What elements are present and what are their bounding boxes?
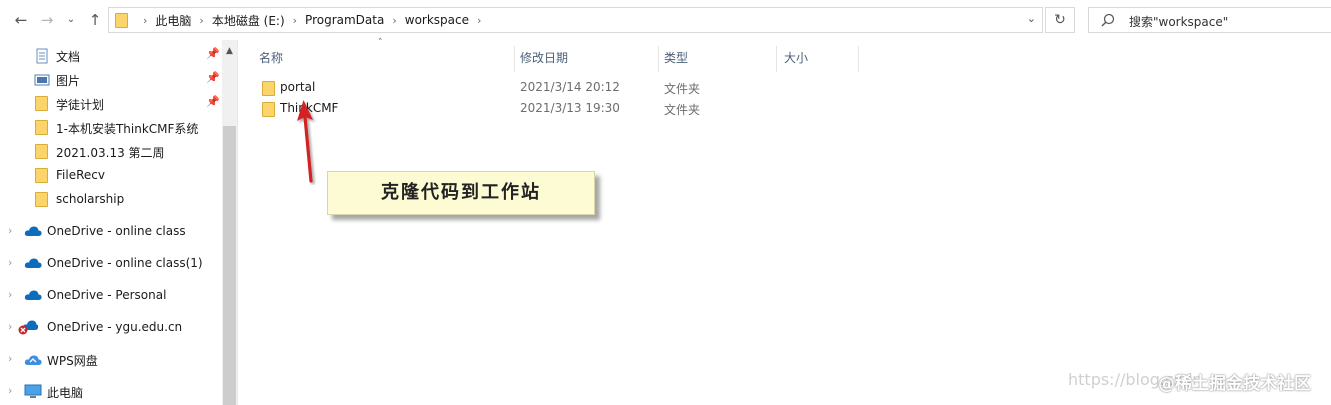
column-divider[interactable] — [776, 46, 777, 72]
forward-button[interactable]: → — [36, 8, 58, 32]
column-divider[interactable] — [658, 46, 659, 72]
address-toolbar: ← → ⌄ ↑ › 此电脑 › 本地磁盘 (E:) › ProgramData … — [0, 0, 1331, 40]
up-button[interactable]: ↑ — [84, 8, 106, 32]
column-divider[interactable] — [858, 46, 859, 72]
refresh-button[interactable]: ↻ — [1045, 7, 1075, 33]
sidebar-item-this-pc[interactable]: › 此电脑 — [0, 381, 222, 403]
column-header-type[interactable]: 类型 — [664, 44, 688, 72]
sidebar-item-label: FileRecv — [56, 168, 105, 182]
sort-ascending-icon: ˄ — [378, 38, 383, 48]
annotation-arrow-icon — [297, 100, 313, 183]
chevron-right-icon[interactable]: › — [8, 256, 12, 269]
folder-icon — [34, 96, 50, 112]
computer-icon — [24, 384, 42, 398]
onedrive-icon — [24, 258, 42, 268]
chevron-right-icon[interactable]: › — [8, 352, 12, 365]
pin-icon[interactable]: 📌 — [206, 95, 220, 108]
sidebar-scrollbar[interactable]: ▲ — [222, 40, 237, 405]
address-bar[interactable]: › 此电脑 › 本地磁盘 (E:) › ProgramData › worksp… — [108, 7, 1043, 33]
column-divider[interactable] — [514, 46, 515, 72]
column-header-name[interactable]: 名称 — [259, 44, 283, 72]
sidebar-item-label: 1-本机安装ThinkCMF系统 — [56, 122, 199, 136]
breadcrumb-workspace[interactable]: workspace — [405, 13, 469, 27]
breadcrumb-local-disk[interactable]: 本地磁盘 (E:) — [212, 12, 285, 29]
sidebar-item-week-two[interactable]: 2021.03.13 第二周 — [0, 141, 222, 163]
breadcrumb-programdata[interactable]: ProgramData — [305, 13, 384, 27]
column-headers: ˄ 名称 修改日期 类型 大小 — [238, 38, 1331, 72]
sidebar-item-label: OneDrive - online class — [47, 224, 186, 238]
sidebar-item-label: 学徒计划 — [56, 98, 105, 112]
folder-icon — [262, 81, 275, 96]
documents-icon — [36, 48, 48, 64]
file-type: 文件夹 — [664, 82, 701, 96]
sidebar-item-onedrive-personal[interactable]: › OneDrive - Personal — [0, 285, 222, 307]
watermark-site: @稀土掘金技术社区 — [1158, 374, 1311, 394]
chevron-right-icon[interactable]: › — [143, 14, 147, 27]
sidebar-item-filerecv[interactable]: FileRecv — [0, 165, 222, 187]
pin-icon[interactable]: 📌 — [206, 71, 220, 84]
file-modified: 2021/3/14 20:12 — [520, 80, 620, 94]
sidebar-item-pictures[interactable]: 图片 📌 — [0, 69, 222, 91]
folder-icon — [34, 168, 50, 184]
chevron-right-icon[interactable]: › — [8, 288, 12, 301]
chevron-right-icon[interactable]: › — [199, 14, 203, 27]
onedrive-error-icon — [18, 320, 38, 335]
scrollbar-thumb[interactable] — [223, 126, 236, 405]
sidebar-item-label: OneDrive - Personal — [47, 288, 167, 302]
chevron-right-icon[interactable]: › — [392, 14, 396, 27]
folder-icon — [34, 144, 50, 160]
sidebar-item-documents[interactable]: 文档 📌 — [0, 45, 222, 67]
recent-locations-button[interactable]: ⌄ — [60, 8, 82, 32]
chevron-right-icon[interactable]: › — [8, 224, 12, 237]
search-input[interactable]: 搜索"workspace" — [1088, 7, 1331, 33]
folder-icon — [34, 120, 50, 136]
wps-cloud-icon — [24, 355, 42, 365]
folder-icon — [262, 102, 275, 117]
onedrive-icon — [24, 290, 42, 300]
sidebar-item-label: WPS网盘 — [47, 354, 98, 368]
file-row[interactable]: portal 2021/3/14 20:12 文件夹 — [252, 78, 852, 98]
sidebar-item-label: 文档 — [56, 50, 81, 64]
sidebar-item-label: OneDrive - ygu.edu.cn — [47, 320, 183, 334]
pane-divider[interactable] — [237, 40, 238, 405]
sidebar-item-label: 图片 — [56, 74, 81, 88]
sidebar-item-scholarship[interactable]: scholarship — [0, 189, 222, 211]
pictures-icon — [34, 74, 50, 86]
scroll-up-arrow-icon[interactable]: ▲ — [222, 46, 237, 56]
file-row[interactable]: ThinkCMF 2021/3/13 19:30 文件夹 — [252, 99, 852, 119]
file-modified: 2021/3/13 19:30 — [520, 101, 620, 115]
search-placeholder: 搜索"workspace" — [1129, 15, 1229, 29]
file-name: portal — [280, 80, 316, 94]
annotation-callout: 克隆代码到工作站 — [327, 171, 595, 215]
sidebar-item-label: scholarship — [56, 192, 125, 206]
chevron-right-icon[interactable]: › — [8, 320, 12, 333]
back-button[interactable]: ← — [10, 8, 32, 32]
sidebar-item-thinkcmf-install[interactable]: 1-本机安装ThinkCMF系统 — [0, 117, 222, 139]
sidebar-item-onedrive-online-class-1[interactable]: › OneDrive - online class(1) — [0, 253, 222, 275]
folder-icon — [115, 13, 128, 28]
sidebar-item-wps-cloud[interactable]: › WPS网盘 — [0, 349, 222, 371]
file-type: 文件夹 — [664, 103, 701, 117]
folder-icon — [34, 192, 50, 208]
chevron-right-icon[interactable]: › — [8, 384, 12, 397]
sidebar-item-label: 此电脑 — [47, 386, 84, 400]
onedrive-icon — [24, 226, 42, 236]
breadcrumb: › 此电脑 › 本地磁盘 (E:) › ProgramData › worksp… — [135, 8, 489, 32]
sidebar-item-label: OneDrive - online class(1) — [47, 256, 203, 270]
sidebar-item-onedrive-ygu[interactable]: › OneDrive - ygu.edu.cn — [0, 317, 222, 339]
sidebar-item-onedrive-online-class[interactable]: › OneDrive - online class — [0, 221, 222, 243]
search-icon — [1101, 13, 1115, 27]
column-header-modified[interactable]: 修改日期 — [520, 44, 568, 72]
breadcrumb-this-pc[interactable]: 此电脑 — [155, 12, 191, 29]
sidebar-item-label: 2021.03.13 第二周 — [56, 146, 165, 160]
pin-icon[interactable]: 📌 — [206, 47, 220, 60]
chevron-right-icon[interactable]: › — [477, 14, 481, 27]
column-header-size[interactable]: 大小 — [784, 44, 808, 72]
navigation-pane: 文档 📌 图片 📌 学徒计划 📌 1-本机安装ThinkCMF系统 2021.0… — [0, 40, 222, 405]
chevron-right-icon[interactable]: › — [293, 14, 297, 27]
chevron-down-icon[interactable]: ⌄ — [1027, 12, 1036, 25]
sidebar-item-apprentice-plan[interactable]: 学徒计划 📌 — [0, 93, 222, 115]
